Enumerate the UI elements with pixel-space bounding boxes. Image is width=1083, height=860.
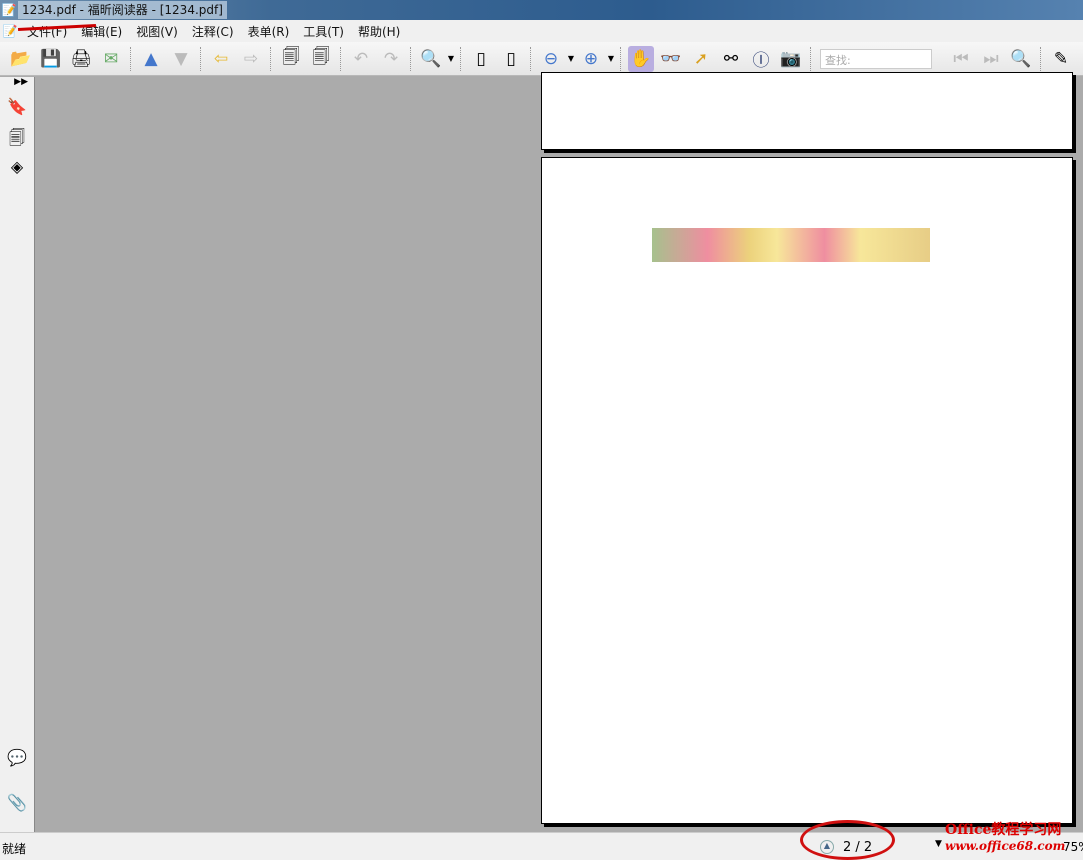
- back-arrow-icon[interactable]: ⇦: [208, 46, 234, 72]
- gradient-image: [652, 228, 930, 262]
- watermark: Office教程学习网 www.office68.com: [945, 822, 1065, 854]
- redo-icon[interactable]: ↷: [378, 46, 404, 72]
- bookmarks-icon[interactable]: 🔖: [5, 97, 29, 121]
- pdf-page-2: [541, 157, 1073, 824]
- doc-icon: 📝: [2, 24, 18, 38]
- watermark-line2: www.office68.com: [945, 839, 1066, 853]
- binoculars-icon[interactable]: ⚯: [718, 46, 744, 72]
- annotation-pencil-icon[interactable]: ✎: [1048, 46, 1074, 72]
- zoom-out-dropdown-icon[interactable]: ▼: [566, 54, 576, 63]
- zoom-plus-dropdown-icon[interactable]: ▼: [606, 54, 616, 63]
- zoom-out-icon[interactable]: ⊖: [538, 46, 564, 72]
- undo-icon[interactable]: ↶: [348, 46, 374, 72]
- find-previous-icon[interactable]: ⏮: [948, 46, 974, 72]
- search-input[interactable]: 查找:: [820, 48, 932, 69]
- watermark-line1: Office教程学习网: [945, 822, 1062, 838]
- previous-page-icon[interactable]: ▲: [138, 46, 164, 72]
- select-arrow-icon[interactable]: ➚: [688, 46, 714, 72]
- app-icon: 📝: [1, 3, 17, 17]
- snapshot-camera-icon[interactable]: 📷: [778, 46, 804, 72]
- open-folder-icon[interactable]: 📂: [8, 46, 34, 72]
- pages-icon[interactable]: 🗐: [5, 127, 29, 151]
- rotate-left-icon[interactable]: 🗐: [308, 46, 334, 72]
- menu-help[interactable]: 帮助(H): [351, 23, 407, 40]
- menu-view[interactable]: 视图(V): [129, 23, 185, 40]
- zoom-dropdown-icon[interactable]: ▼: [446, 54, 456, 63]
- document-background: [36, 77, 541, 832]
- zoom-level[interactable]: 75%: [1063, 840, 1083, 854]
- menu-tools[interactable]: 工具(T): [296, 23, 351, 40]
- next-page-icon[interactable]: ▼: [168, 46, 194, 72]
- expand-panel-icon[interactable]: ▶▶: [0, 77, 34, 91]
- window-title: 1234.pdf - 福昕阅读器 - [1234.pdf]: [18, 1, 227, 19]
- zoom-in-icon[interactable]: 🔍: [418, 46, 444, 72]
- attachment-icon[interactable]: 📎: [5, 793, 29, 817]
- status-text: 就绪: [2, 842, 27, 856]
- comments-icon[interactable]: 💬: [5, 748, 29, 772]
- fit-page-icon[interactable]: ▯: [468, 46, 494, 72]
- menu-form[interactable]: 表单(R): [241, 23, 297, 40]
- menu-comment[interactable]: 注释(C): [185, 23, 241, 40]
- menu-bar: 📝 文件(F) 编辑(E) 视图(V) 注释(C) 表单(R) 工具(T) 帮助…: [0, 20, 1083, 42]
- title-bar: 📝 1234.pdf - 福昕阅读器 - [1234.pdf]: [0, 0, 1083, 20]
- print-icon[interactable]: 🖨: [68, 46, 94, 72]
- side-panel: ▶▶ 🔖 🗐 ◈ 💬 📎: [0, 77, 35, 832]
- zoom-plus-icon[interactable]: ⊕: [578, 46, 604, 72]
- rotate-right-icon[interactable]: 🗐: [278, 46, 304, 72]
- text-select-icon[interactable]: Ⓘ: [748, 46, 774, 72]
- search-magnifier-icon[interactable]: 🔍: [1008, 46, 1034, 72]
- status-bar: 就绪 ▲ 2 / 2 ▼ 75%: [0, 832, 1083, 860]
- zoom-dropdown-icon[interactable]: ▼: [935, 839, 942, 849]
- find-next-icon[interactable]: ⏭: [978, 46, 1004, 72]
- email-icon[interactable]: ✉: [98, 46, 124, 72]
- fit-width-icon[interactable]: ▯: [498, 46, 524, 72]
- layers-icon[interactable]: ◈: [5, 157, 29, 181]
- forward-arrow-icon[interactable]: ⇨: [238, 46, 264, 72]
- save-icon[interactable]: 💾: [38, 46, 64, 72]
- hand-tool-icon[interactable]: ✋: [628, 45, 654, 72]
- annotation-circle: [800, 820, 895, 860]
- reading-mode-icon[interactable]: 👓: [658, 46, 684, 72]
- pdf-page-1: [541, 72, 1073, 150]
- toolbar: 📂 💾 🖨 ✉ ▲ ▼ ⇦ ⇨ 🗐 🗐 ↶ ↷ 🔍 ▼ ▯ ▯ ⊖ ▼ ⊕ ▼ …: [0, 42, 1083, 76]
